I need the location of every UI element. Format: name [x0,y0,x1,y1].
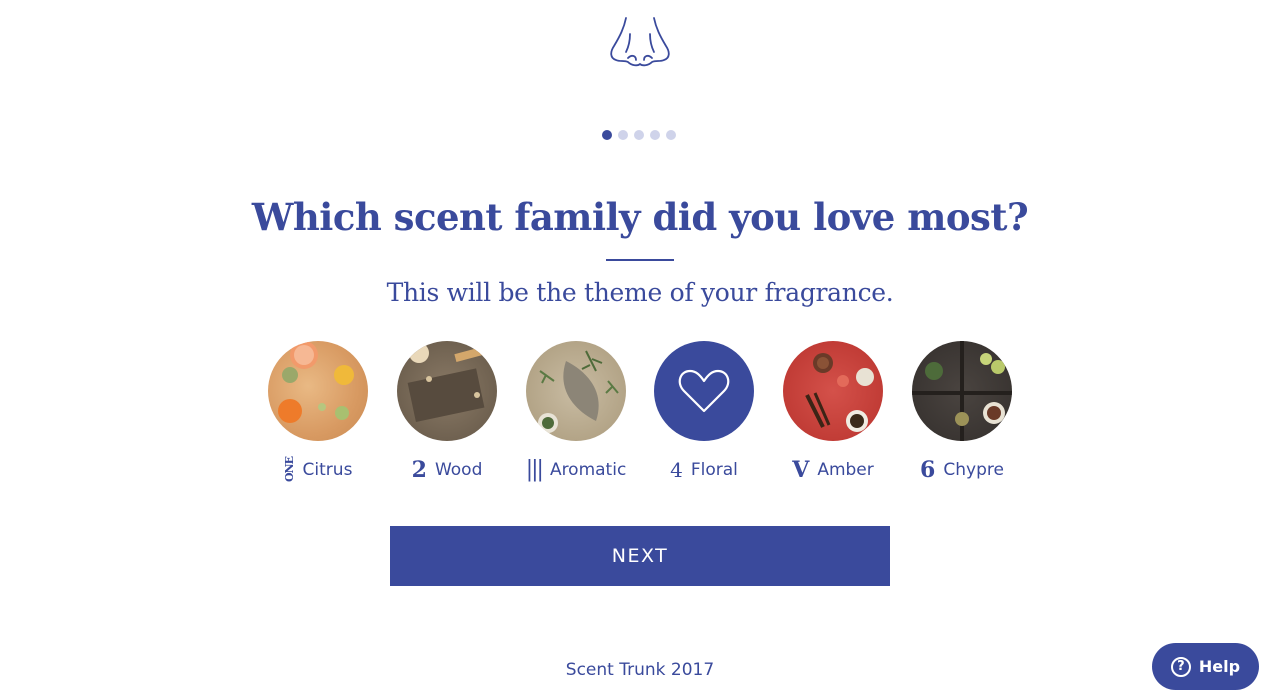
footer-copyright: Scent Trunk 2017 [565,660,715,680]
progress-dot-1 [602,130,612,140]
heart-icon [678,369,730,413]
progress-dot-3 [634,130,644,140]
option-label-citrus: Citrus [302,460,353,480]
option-aromatic[interactable]: ||| Aromatic [511,341,641,483]
progress-indicator [602,130,676,140]
option-number-citrus: ONE [282,457,296,483]
option-label-chypre: Chypre [943,460,1004,480]
chypre-image [912,341,1012,441]
option-wood[interactable]: 2 Wood [382,341,512,483]
title-divider [606,259,674,261]
help-label: Help [1198,657,1241,676]
wood-image [397,341,497,441]
option-label-amber: Amber [817,460,874,480]
option-number-amber: V [792,457,810,483]
amber-image [783,341,883,441]
option-number-chypre: 6 [920,457,936,483]
question-title: Which scent family did you love most? [251,195,1029,239]
progress-dot-2 [618,130,628,140]
option-number-aromatic: ||| [525,457,544,482]
option-number-wood: 2 [411,457,427,483]
help-button[interactable]: ? Help [1152,643,1259,690]
progress-dot-4 [650,130,660,140]
option-citrus[interactable]: ONE Citrus [253,341,383,483]
next-button[interactable]: NEXT [390,526,890,586]
option-number-floral: 4 [670,458,683,482]
option-floral[interactable]: 4 Floral [639,341,769,483]
nose-icon [610,17,670,67]
option-amber[interactable]: V Amber [768,341,898,483]
question-subtitle: This will be the theme of your fragrance… [386,278,894,307]
citrus-image [268,341,368,441]
option-label-floral: Floral [690,460,738,480]
option-label-wood: Wood [434,460,483,480]
floral-selected-circle [654,341,754,441]
aromatic-image [526,341,626,441]
question-icon: ? [1170,656,1191,677]
progress-dot-5 [666,130,676,140]
option-label-aromatic: Aromatic [549,460,627,480]
option-chypre[interactable]: 6 Chypre [897,341,1027,483]
